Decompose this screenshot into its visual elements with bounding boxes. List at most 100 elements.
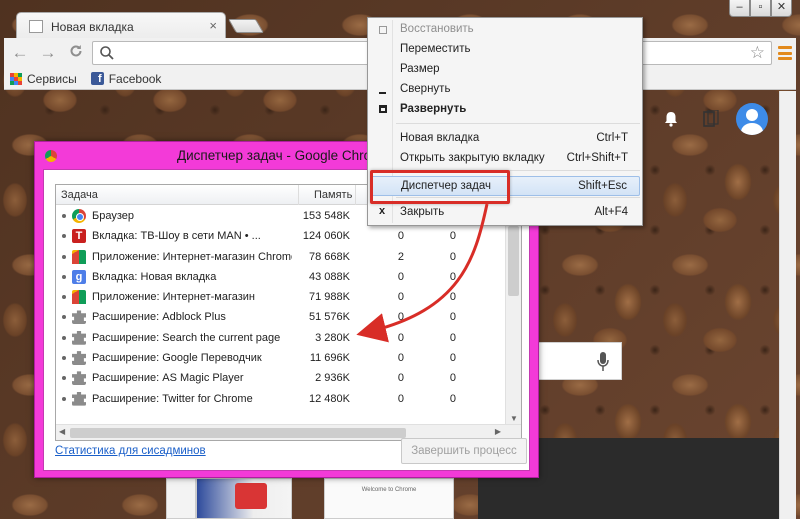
chrome-logo-icon bbox=[45, 150, 57, 162]
menu-item[interactable]: Открыть закрытую вкладку Ctrl+Shift+T bbox=[370, 149, 640, 169]
menu-item[interactable]: Развернуть bbox=[370, 100, 640, 120]
tile-3[interactable]: Welcome to Chrome bbox=[324, 478, 454, 519]
google-g-icon: g bbox=[72, 269, 86, 284]
process-name: Расширение: Google Переводчик bbox=[92, 352, 262, 365]
scroll-left-icon[interactable]: ◀ bbox=[59, 427, 65, 436]
menu-item: Восстановить bbox=[370, 20, 640, 40]
reload-button[interactable] bbox=[64, 43, 88, 63]
process-name: Расширение: Search the current page bbox=[92, 331, 281, 344]
bookmark-facebook-label: Facebook bbox=[108, 71, 162, 86]
close-window-button[interactable]: ✕ bbox=[771, 0, 792, 17]
tile-1[interactable] bbox=[166, 478, 196, 519]
menu-item[interactable]: Свернуть bbox=[370, 80, 640, 100]
process-row[interactable]: Расширение: Google Переводчик 11 696K 0 0 bbox=[56, 348, 521, 368]
notifications-bell-icon[interactable] bbox=[664, 111, 678, 127]
column-memory[interactable]: Память bbox=[314, 189, 352, 201]
minimize-icon bbox=[376, 82, 388, 96]
new-tab-favicon-icon bbox=[29, 20, 43, 33]
row-bullet-icon bbox=[62, 214, 66, 218]
row-bullet-icon bbox=[62, 254, 66, 259]
hscroll-thumb[interactable] bbox=[70, 428, 406, 438]
tab-close-icon[interactable]: × bbox=[209, 18, 217, 33]
avatar-head-icon bbox=[746, 109, 758, 121]
end-process-button[interactable]: Завершить процесс bbox=[401, 438, 527, 464]
row-bullet-icon bbox=[62, 295, 66, 300]
apps-icon bbox=[10, 72, 22, 85]
google-search-box[interactable] bbox=[538, 342, 622, 380]
account-avatar[interactable] bbox=[736, 103, 768, 135]
search-icon bbox=[100, 46, 114, 60]
process-name: Приложение: Интернет-магазин Chrome bbox=[92, 250, 292, 263]
process-memory: 78 668K bbox=[309, 250, 350, 263]
process-cpu: 0 bbox=[397, 352, 404, 365]
menu-item-label: Размер bbox=[400, 63, 440, 75]
minimize-window-button[interactable]: ‒ bbox=[729, 0, 750, 17]
process-memory: 51 576K bbox=[309, 311, 350, 324]
process-cpu: 0 bbox=[397, 372, 404, 385]
process-memory: 11 696K bbox=[309, 352, 350, 365]
process-name: Браузер bbox=[92, 210, 134, 222]
scroll-down-icon[interactable]: ▼ bbox=[510, 414, 518, 423]
menu-item-shortcut: Ctrl+T bbox=[596, 132, 628, 144]
scroll-right-icon[interactable]: ▶ bbox=[495, 427, 501, 436]
process-memory: 71 988K bbox=[309, 291, 350, 304]
forward-button[interactable]: → bbox=[36, 43, 60, 63]
process-memory: 153 548K bbox=[302, 210, 350, 222]
row-bullet-icon bbox=[62, 356, 66, 361]
row-bullet-icon bbox=[62, 274, 66, 279]
row-bullet-icon bbox=[62, 396, 66, 401]
process-row[interactable]: Расширение: AS Magic Player 2 936K 0 0 bbox=[56, 368, 521, 388]
menu-item-label: Открыть закрытую вкладку bbox=[400, 152, 545, 164]
process-name: Вкладка: Новая вкладка bbox=[92, 270, 217, 283]
menu-item[interactable]: Размер bbox=[370, 60, 640, 80]
tile-2-badge-icon bbox=[235, 483, 267, 509]
apps-grid-icon[interactable] bbox=[703, 110, 719, 128]
menu-separator bbox=[396, 123, 640, 124]
t-letter-icon: T bbox=[72, 229, 86, 244]
column-task[interactable]: Задача bbox=[61, 189, 98, 201]
page-scrollbar[interactable] bbox=[779, 91, 796, 519]
process-name: Расширение: Adblock Plus bbox=[92, 311, 226, 324]
row-bullet-icon bbox=[62, 335, 66, 340]
process-memory: 3 280K bbox=[315, 331, 350, 344]
bookmark-star-icon[interactable]: ☆ bbox=[750, 43, 765, 63]
row-bullet-icon bbox=[62, 315, 66, 320]
most-visited-tiles: Welcome to Chrome bbox=[166, 478, 480, 519]
tile-2[interactable] bbox=[196, 478, 292, 519]
menu-item-label: Переместить bbox=[400, 43, 471, 55]
process-network: 0 bbox=[449, 392, 456, 405]
menu-item[interactable]: Переместить bbox=[370, 40, 640, 60]
puzzle-piece-icon bbox=[72, 330, 86, 345]
puzzle-piece-icon bbox=[72, 371, 86, 386]
puzzle-piece-icon bbox=[72, 310, 86, 325]
vscroll-thumb[interactable] bbox=[508, 226, 519, 296]
process-name: Приложение: Интернет-магазин bbox=[92, 291, 255, 304]
new-tab-button[interactable] bbox=[227, 19, 265, 33]
tab-new-tab[interactable]: Новая вкладка × bbox=[16, 12, 226, 40]
restore-icon bbox=[376, 22, 388, 36]
menu-item-shortcut: Alt+F4 bbox=[594, 206, 628, 218]
stats-for-nerds-link[interactable]: Статистика для сисадминов bbox=[55, 445, 206, 457]
facebook-icon: f bbox=[90, 72, 104, 85]
puzzle-piece-icon bbox=[72, 351, 86, 366]
menu-item-label: Новая вкладка bbox=[400, 132, 480, 144]
chrome-menu-icon[interactable] bbox=[778, 46, 792, 60]
reload-icon bbox=[70, 45, 82, 57]
process-memory: 43 088K bbox=[309, 270, 350, 283]
back-button[interactable]: ← bbox=[8, 43, 32, 63]
microphone-icon[interactable] bbox=[597, 352, 609, 372]
tab-title: Новая вкладка bbox=[51, 19, 134, 34]
process-name: Расширение: Twitter for Chrome bbox=[92, 392, 253, 405]
web-store-icon bbox=[72, 249, 86, 264]
maximize-window-button[interactable]: ▫ bbox=[750, 0, 771, 17]
bookmark-facebook[interactable]: f Facebook bbox=[90, 71, 162, 86]
process-table-vscroll[interactable]: ▼ bbox=[505, 206, 521, 425]
tile-3-text: Welcome to Chrome bbox=[361, 487, 417, 493]
process-row[interactable]: Расширение: Twitter for Chrome 12 480K 0 0 bbox=[56, 389, 521, 409]
menu-item[interactable]: Новая вкладка Ctrl+T bbox=[370, 129, 640, 149]
web-store-icon bbox=[72, 290, 86, 305]
bookmark-apps[interactable]: Сервисы bbox=[10, 72, 77, 86]
chrome-icon bbox=[72, 209, 86, 223]
menu-item-label: Свернуть bbox=[400, 83, 451, 95]
process-memory: 2 936K bbox=[315, 372, 350, 385]
